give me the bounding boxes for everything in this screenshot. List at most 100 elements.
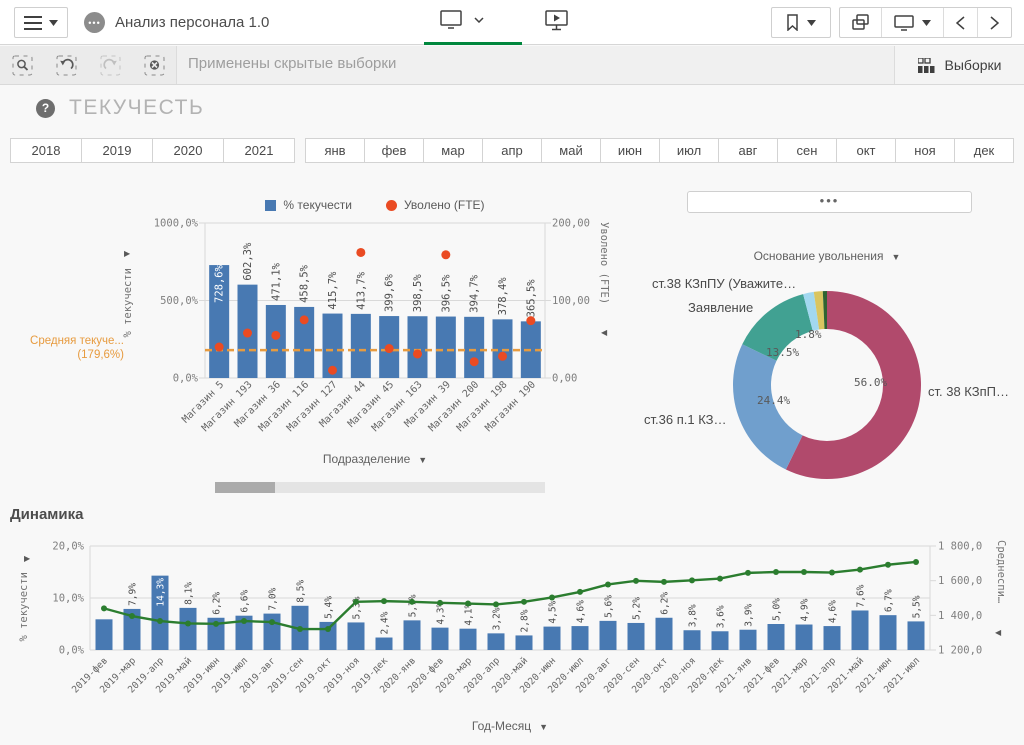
month-filter-июл[interactable]: июл: [659, 138, 719, 163]
selections-tool-button[interactable]: Выборки: [894, 46, 1024, 84]
bar[interactable]: [460, 629, 477, 650]
line-marker[interactable]: [661, 579, 667, 585]
line-marker[interactable]: [213, 621, 219, 627]
line-marker[interactable]: [381, 598, 387, 604]
line-marker[interactable]: [297, 626, 303, 632]
line-marker[interactable]: [353, 599, 359, 605]
line-marker[interactable]: [465, 601, 471, 607]
bookmarks-button[interactable]: [771, 7, 831, 38]
line-marker[interactable]: [101, 605, 107, 611]
scatter-dot[interactable]: [271, 331, 280, 340]
scatter-dot[interactable]: [413, 349, 422, 358]
line-marker[interactable]: [521, 599, 527, 605]
line-marker[interactable]: [493, 601, 499, 607]
month-filter-дек[interactable]: дек: [954, 138, 1014, 163]
line-marker[interactable]: [745, 570, 751, 576]
bar[interactable]: [516, 635, 533, 650]
dynamics-chart[interactable]: 20,0%10,0%0,0%1 800,01 600,01 400,01 200…: [0, 528, 1024, 745]
line-marker[interactable]: [773, 569, 779, 575]
x-axis-label[interactable]: Магазин 193: [200, 379, 255, 434]
scatter-dot[interactable]: [243, 329, 252, 338]
line-marker[interactable]: [689, 577, 695, 583]
x-axis-label[interactable]: Магазин 163: [370, 379, 425, 434]
redo-selection-button[interactable]: [88, 55, 132, 76]
line-marker[interactable]: [325, 626, 331, 632]
year-filter-2021[interactable]: 2021: [223, 138, 295, 163]
bar[interactable]: [436, 317, 456, 378]
bar[interactable]: [96, 619, 113, 650]
bar[interactable]: [264, 614, 281, 650]
scatter-dot[interactable]: [300, 315, 309, 324]
sheet-list-button[interactable]: [881, 8, 943, 37]
chart-menu-button[interactable]: •••: [687, 191, 972, 213]
line-marker[interactable]: [633, 578, 639, 584]
x-axis-label[interactable]: Магазин 116: [257, 379, 312, 434]
scatter-dot[interactable]: [328, 366, 337, 375]
undo-selection-button[interactable]: [44, 55, 88, 76]
x-axis-label[interactable]: Магазин 198: [455, 379, 510, 434]
prev-sheet-button[interactable]: [943, 8, 977, 37]
next-sheet-button[interactable]: [977, 8, 1011, 37]
app-identity[interactable]: ••• Анализ персонала 1.0: [84, 12, 269, 33]
month-filter-май[interactable]: май: [541, 138, 601, 163]
bar[interactable]: [404, 620, 421, 650]
bar[interactable]: [464, 317, 484, 378]
bar[interactable]: [493, 319, 513, 378]
bar[interactable]: [656, 618, 673, 650]
line-marker[interactable]: [913, 559, 919, 565]
chart3-dimension-select[interactable]: Год-Месяц▼: [90, 719, 930, 733]
smart-search-button[interactable]: [0, 55, 44, 76]
bar[interactable]: [266, 305, 286, 378]
bar[interactable]: [796, 625, 813, 650]
line-marker[interactable]: [577, 589, 583, 595]
bar[interactable]: [180, 608, 197, 650]
bar[interactable]: [908, 621, 925, 650]
month-filter-апр[interactable]: апр: [482, 138, 542, 163]
presentation-mode-button[interactable]: [545, 10, 568, 36]
scatter-dot[interactable]: [441, 250, 450, 259]
line-marker[interactable]: [605, 581, 611, 587]
bar[interactable]: [408, 316, 428, 378]
month-filter-окт[interactable]: окт: [836, 138, 896, 163]
bar[interactable]: [628, 623, 645, 650]
bar[interactable]: [880, 615, 897, 650]
scatter-dot[interactable]: [385, 344, 394, 353]
bar[interactable]: [376, 638, 393, 650]
bar[interactable]: [348, 622, 365, 650]
sheets-overview-button[interactable]: [840, 8, 881, 37]
bar[interactable]: [824, 626, 841, 650]
month-filter-июн[interactable]: июн: [600, 138, 660, 163]
line-marker[interactable]: [857, 567, 863, 573]
bar[interactable]: [740, 630, 757, 650]
bar[interactable]: [488, 633, 505, 650]
year-filter-2018[interactable]: 2018: [10, 138, 82, 163]
month-filter-авг[interactable]: авг: [718, 138, 778, 163]
chart1-scrollbar[interactable]: [215, 482, 545, 493]
bar[interactable]: [852, 610, 869, 650]
bar[interactable]: [432, 628, 449, 650]
month-filter-фев[interactable]: фев: [364, 138, 424, 163]
month-filter-мар[interactable]: мар: [423, 138, 483, 163]
help-icon[interactable]: ?: [36, 99, 55, 118]
bar[interactable]: [351, 314, 371, 378]
x-axis-label[interactable]: Магазин 190: [483, 379, 538, 434]
clear-selections-button[interactable]: [132, 55, 176, 76]
global-menu-button[interactable]: [14, 7, 68, 38]
line-marker[interactable]: [801, 569, 807, 575]
bar[interactable]: [684, 630, 701, 650]
donut-dimension-select[interactable]: Основание увольнения▼: [640, 249, 1014, 263]
scatter-dot[interactable]: [356, 248, 365, 257]
x-axis-label[interactable]: Магазин 127: [285, 379, 340, 434]
bar[interactable]: [572, 626, 589, 650]
x-axis-label[interactable]: Магазин 200: [427, 379, 482, 434]
bar[interactable]: [768, 624, 785, 650]
sheet-switcher[interactable]: [440, 10, 484, 29]
scatter-dot[interactable]: [498, 352, 507, 361]
scrollbar-thumb[interactable]: [215, 482, 275, 493]
scatter-dot[interactable]: [470, 357, 479, 366]
line-marker[interactable]: [549, 594, 555, 600]
line-marker[interactable]: [437, 600, 443, 606]
scatter-dot[interactable]: [215, 343, 224, 352]
line-marker[interactable]: [157, 618, 163, 624]
bar[interactable]: [712, 631, 729, 650]
